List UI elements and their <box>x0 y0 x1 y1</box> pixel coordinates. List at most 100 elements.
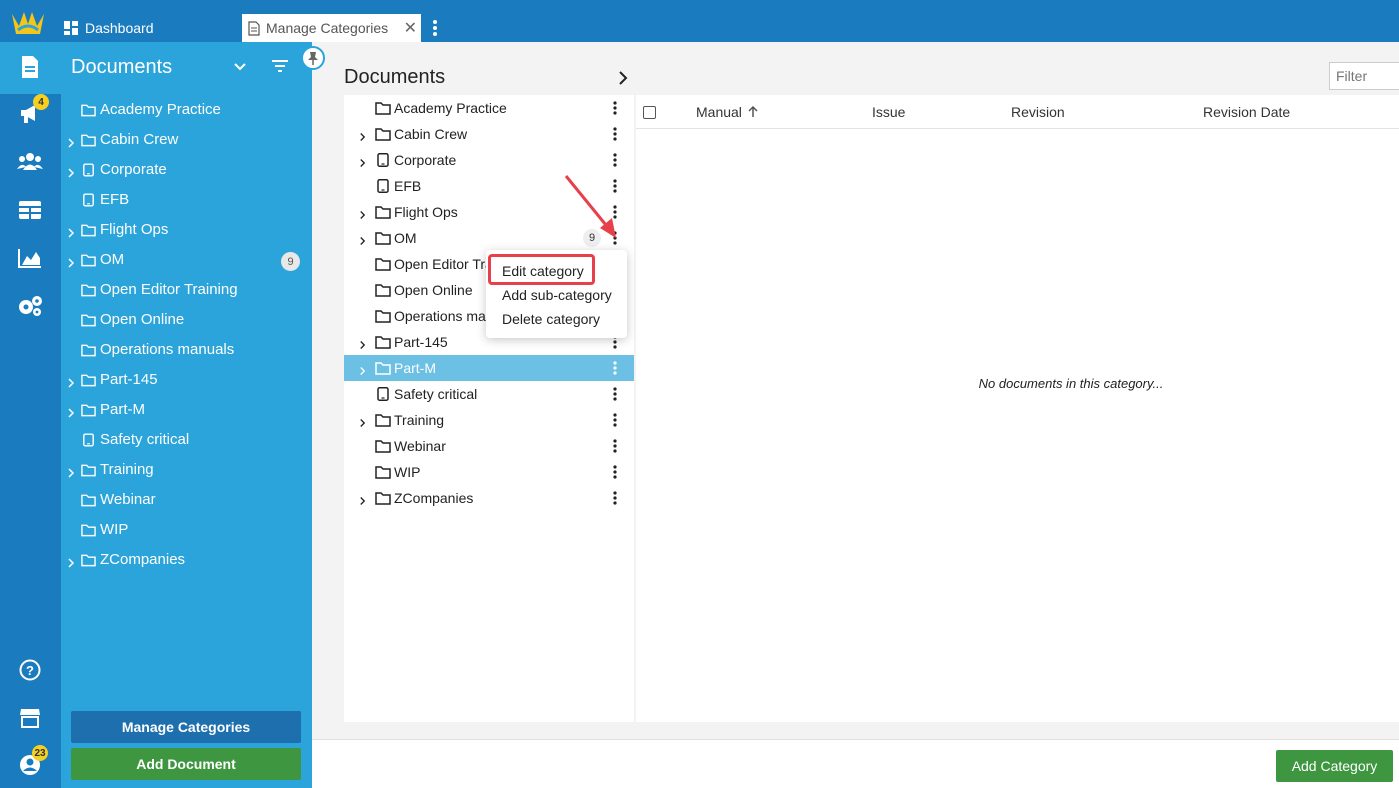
more-options-icon[interactable] <box>612 464 618 480</box>
sidebar-item-academy-practice[interactable]: Academy Practice <box>61 95 312 125</box>
notifications-badge: 4 <box>33 94 49 110</box>
sidebar-item-om[interactable]: OM 9 <box>61 245 312 275</box>
sidebar-item-efb[interactable]: EFB <box>61 185 312 215</box>
sidebar-item-cabin-crew[interactable]: Cabin Crew <box>61 125 312 155</box>
manage-categories-button[interactable]: Manage Categories <box>71 711 301 743</box>
rail-settings[interactable] <box>17 293 43 319</box>
rail-store[interactable] <box>17 705 43 731</box>
chevron-right-icon[interactable] <box>67 375 75 388</box>
menu-item-delete-category[interactable]: Delete category <box>502 311 600 327</box>
folder-icon <box>375 231 391 245</box>
pin-sidebar-button[interactable] <box>301 46 325 70</box>
table-icon <box>19 201 41 219</box>
tree-item-webinar[interactable]: Webinar <box>344 433 634 459</box>
tree-item-zcompanies[interactable]: ZCompanies <box>344 485 634 511</box>
sort-ascending-icon <box>748 106 758 117</box>
column-header-manual[interactable]: Manual <box>696 104 758 120</box>
folder-icon <box>81 253 96 267</box>
add-category-button[interactable]: Add Category <box>1276 750 1393 782</box>
tree-item-safety-critical[interactable]: Safety critical <box>344 381 634 407</box>
sidebar-item-flight-ops[interactable]: Flight Ops <box>61 215 312 245</box>
more-tabs-icon[interactable] <box>430 18 440 38</box>
tree-item-label: Part-145 <box>394 334 448 350</box>
sidebar-item-label: Safety critical <box>100 431 190 448</box>
more-options-icon[interactable] <box>612 438 618 454</box>
sidebar-item-operations-manuals[interactable]: Operations manuals <box>61 335 312 365</box>
gears-icon <box>19 296 42 316</box>
chevron-right-icon[interactable] <box>359 337 366 349</box>
more-options-icon[interactable] <box>612 100 618 116</box>
select-all-checkbox[interactable] <box>643 106 656 119</box>
tree-item-training[interactable]: Training <box>344 407 634 433</box>
chevron-right-icon[interactable] <box>359 155 366 167</box>
sidebar-item-training[interactable]: Training <box>61 455 312 485</box>
column-header-revision[interactable]: Revision <box>1011 104 1065 120</box>
tab-manage-categories-label: Manage Categories <box>266 20 389 36</box>
chevron-right-icon[interactable] <box>67 225 75 238</box>
chevron-right-icon[interactable] <box>67 405 75 418</box>
rail-profile[interactable]: 23 <box>17 745 48 778</box>
sidebar-item-open-editor-training[interactable]: Open Editor Training <box>61 275 312 305</box>
chevron-right-icon[interactable] <box>618 71 628 85</box>
sidebar-item-part-m[interactable]: Part-M <box>61 395 312 425</box>
chevron-right-icon[interactable] <box>67 135 75 148</box>
column-header-revision-date[interactable]: Revision Date <box>1203 104 1290 120</box>
rail-help[interactable]: ? <box>17 657 43 683</box>
chevron-right-icon[interactable] <box>67 165 75 178</box>
annotation-arrow <box>564 175 616 238</box>
sidebar-item-label: Operations manuals <box>100 341 235 358</box>
chevron-right-icon[interactable] <box>359 415 366 427</box>
rail-tables[interactable] <box>17 197 43 223</box>
chevron-right-icon[interactable] <box>359 207 366 219</box>
column-header-issue[interactable]: Issue <box>872 104 905 120</box>
chevron-right-icon[interactable] <box>359 493 366 505</box>
folder-icon <box>375 335 391 349</box>
rail-documents[interactable] <box>17 54 43 80</box>
folder-icon <box>81 463 96 477</box>
folder-icon <box>375 439 391 453</box>
sidebar-item-zcompanies[interactable]: ZCompanies <box>61 545 312 575</box>
tree-item-wip[interactable]: WIP <box>344 459 634 485</box>
tab-dashboard[interactable]: Dashboard <box>64 14 154 42</box>
add-document-button[interactable]: Add Document <box>71 748 301 780</box>
chevron-down-icon[interactable] <box>233 60 247 74</box>
rail-announcements[interactable]: 4 <box>17 94 49 126</box>
more-options-icon[interactable] <box>612 490 618 506</box>
filter-input[interactable] <box>1329 62 1399 90</box>
more-options-icon[interactable] <box>612 152 618 168</box>
folder-icon <box>375 205 391 219</box>
tab-manage-categories[interactable]: Manage Categories ✕ <box>242 14 421 42</box>
tablet-icon <box>81 193 96 207</box>
tree-item-part-m[interactable]: Part-M <box>344 355 634 381</box>
more-options-icon[interactable] <box>612 386 618 402</box>
tree-item-academy-practice[interactable]: Academy Practice <box>344 95 634 121</box>
more-options-icon[interactable] <box>612 126 618 142</box>
chevron-right-icon[interactable] <box>67 465 75 478</box>
sidebar-item-webinar[interactable]: Webinar <box>61 485 312 515</box>
filter-icon[interactable] <box>271 59 289 73</box>
chevron-right-icon[interactable] <box>359 233 366 245</box>
sidebar-item-part-145[interactable]: Part-145 <box>61 365 312 395</box>
chevron-right-icon[interactable] <box>359 363 366 375</box>
sidebar-item-safety-critical[interactable]: Safety critical <box>61 425 312 455</box>
tree-item-label: Open Online <box>394 282 473 298</box>
app-logo[interactable] <box>10 8 46 36</box>
rail-reports[interactable] <box>17 245 43 271</box>
sidebar-item-label: Open Editor Training <box>100 281 238 298</box>
sidebar-item-open-online[interactable]: Open Online <box>61 305 312 335</box>
close-tab-icon[interactable]: ✕ <box>404 18 417 38</box>
sidebar-item-corporate[interactable]: Corporate <box>61 155 312 185</box>
rail-users[interactable] <box>17 148 43 174</box>
folder-icon <box>81 523 96 537</box>
sidebar-item-wip[interactable]: WIP <box>61 515 312 545</box>
tree-item-corporate[interactable]: Corporate <box>344 147 634 173</box>
chevron-right-icon[interactable] <box>359 129 366 141</box>
tree-item-cabin-crew[interactable]: Cabin Crew <box>344 121 634 147</box>
tablet-icon <box>375 153 391 167</box>
sidebar-item-label: EFB <box>100 191 130 208</box>
more-options-icon[interactable] <box>612 412 618 428</box>
menu-item-add-sub-category[interactable]: Add sub-category <box>502 287 612 303</box>
more-options-icon[interactable] <box>612 360 618 376</box>
chevron-right-icon[interactable] <box>67 255 75 268</box>
chevron-right-icon[interactable] <box>67 555 75 568</box>
